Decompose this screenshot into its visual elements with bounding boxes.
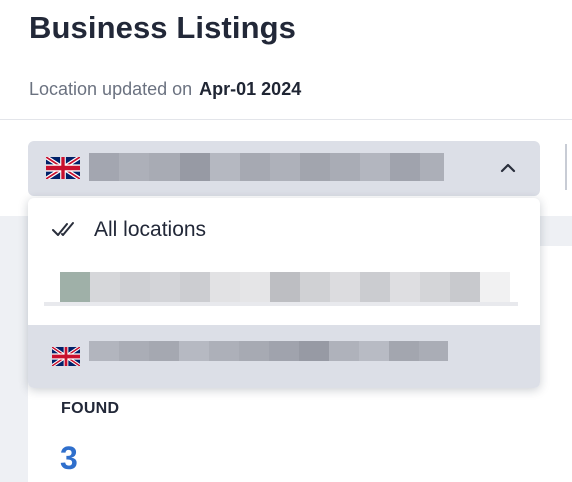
header-divider [0, 119, 572, 120]
card-gap [540, 216, 572, 246]
double-check-icon [52, 219, 78, 239]
option-all-locations[interactable]: All locations [28, 198, 540, 262]
location-select[interactable] [28, 141, 540, 196]
option-divider [44, 302, 518, 306]
option-location-redacted-text [60, 272, 510, 302]
adjacent-control-edge [565, 144, 569, 190]
location-updated-row: Location updated on Apr-01 2024 [29, 79, 301, 100]
location-dropdown-menu: All locations [28, 198, 540, 388]
found-label: FOUND [61, 400, 120, 417]
found-count[interactable]: 3 [60, 440, 78, 477]
selected-location-redacted [89, 153, 444, 181]
page-title: Business Listings [29, 10, 296, 45]
uk-flag-icon [52, 347, 80, 366]
option-all-locations-label: All locations [94, 218, 207, 241]
chevron-up-icon[interactable] [498, 158, 518, 178]
uk-flag-icon [46, 157, 80, 179]
updated-date: Apr-01 2024 [199, 79, 302, 99]
option-location-selected[interactable] [28, 325, 540, 388]
option-location-selected-text [89, 341, 448, 361]
updated-label: Location updated on [29, 79, 193, 99]
